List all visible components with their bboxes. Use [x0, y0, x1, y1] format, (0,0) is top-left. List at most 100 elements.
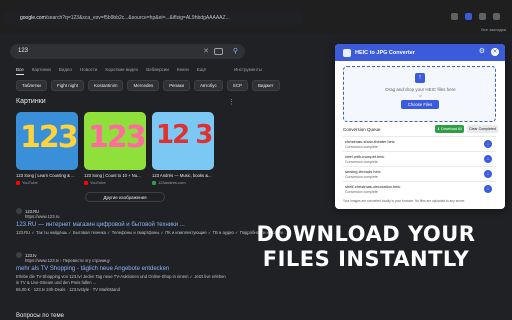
image-card[interactable]: 123 123 Song | Learn Counting & ... YouT… — [16, 112, 78, 185]
tab-more[interactable]: Ещё — [197, 67, 206, 75]
star-icon[interactable] — [451, 13, 458, 20]
queue-item: sewing-threads.heic Conversion complete … — [343, 166, 496, 181]
source-name: YouTube — [90, 180, 106, 185]
clear-completed-button[interactable]: Clear Completed — [467, 125, 498, 133]
chip[interactable]: Виджет — [251, 80, 280, 91]
chip[interactable]: Mercedes — [127, 80, 160, 91]
url-host: google.com — [20, 15, 46, 21]
search-input[interactable]: 123 ✕ ⚲ — [10, 44, 245, 59]
more-images-button[interactable]: Другие изображения — [85, 192, 165, 202]
promo-line-2: FILES INSTANTLY — [262, 247, 470, 271]
queue-item: chef-with-trumpet.heic Conversion comple… — [343, 151, 496, 166]
queue-file-name: shelf-christmas-decoration.heic — [345, 184, 401, 189]
extension-icons — [451, 13, 500, 20]
popup-title: HEIC to JPG Converter — [355, 49, 415, 56]
image-card[interactable]: 123 123 Song | Count to 10 + Nu... YouTu… — [84, 112, 146, 185]
dropzone-or: or — [418, 94, 423, 98]
puzzle-icon[interactable] — [479, 13, 486, 20]
screenshot-root: google.com/search?q=123&sca_esv=f5b9bb2c… — [0, 0, 512, 320]
image-thumbnails: 123 123 Song | Learn Counting & ... YouT… — [16, 112, 214, 185]
download-all-button[interactable]: ⬇ Download All — [435, 125, 464, 133]
address-bar[interactable]: google.com/search?q=123&sca_esv=f5b9bb2c… — [4, 11, 304, 25]
queue-status: Conversion complete — [345, 190, 378, 194]
file-dropzone[interactable]: ↑ Drag and drop your HEIC files here or … — [343, 66, 496, 122]
tab-all[interactable]: Все — [16, 67, 24, 75]
source-name: 123andres.com — [158, 180, 186, 185]
site-favicon — [152, 180, 156, 185]
download-all-label: Download All — [441, 127, 462, 131]
all-bookmarks-link[interactable]: Все закладки — [481, 27, 506, 32]
queue-item: christmas-show-theater.heic Conversion c… — [343, 136, 496, 151]
result-sitelinks[interactable]: 55,00 € · 123.tv 24h-Deals · 123.tvstyle… — [16, 287, 316, 293]
result-snippet: Erlebe die TV-Shopping von 123.tv! Jeden… — [16, 274, 226, 285]
chip[interactable]: Kostantinim — [87, 80, 124, 91]
image-source: YouTube — [16, 180, 78, 185]
thumbnail-number: 123 — [88, 120, 146, 155]
queue-status: Conversion complete — [345, 145, 378, 149]
queue-label: Conversion Queue — [343, 127, 381, 132]
search-query: 123 — [18, 48, 29, 54]
clear-icon[interactable]: ✕ — [203, 44, 209, 59]
queue-status: Conversion complete — [345, 160, 378, 164]
thumbnail-number: 123 — [20, 120, 78, 155]
download-icon[interactable]: ↓ — [484, 140, 492, 148]
close-icon[interactable]: ✕ — [491, 48, 499, 56]
tab-short-videos[interactable]: Короткие видео — [105, 67, 138, 75]
search-tabs: Все Картинки Видео Новости Короткие виде… — [16, 67, 262, 75]
related-questions-heading: Вопросы по теме — [16, 313, 64, 319]
download-icon[interactable]: ↓ — [484, 170, 492, 178]
tab-tools[interactable]: Инструменты — [234, 67, 262, 75]
download-icon[interactable]: ↓ — [484, 155, 492, 163]
more-options-icon[interactable]: ⋮ — [228, 98, 235, 106]
download-icon[interactable]: ↓ — [484, 185, 492, 193]
thumbnail-image: 12 3 — [152, 112, 214, 170]
upload-icon: ↑ — [415, 73, 425, 83]
browser-toolbar: google.com/search?q=123&sca_esv=f5b9bb2c… — [0, 0, 512, 34]
heic-extension-icon[interactable] — [465, 13, 472, 20]
chip[interactable]: Таблетки — [16, 80, 47, 91]
profile-icon[interactable] — [493, 13, 500, 20]
tab-news[interactable]: Новости — [80, 67, 97, 75]
promo-line-1: DOWNLOAD YOUR — [256, 222, 476, 246]
thumbnail-image: 123 — [16, 112, 78, 170]
tab-books[interactable]: Книги — [177, 67, 189, 75]
privacy-note: Your images are converted locally in you… — [343, 199, 466, 203]
popup-header: HEIC to JPG Converter ⚙ ✕ — [335, 44, 505, 61]
choose-files-button[interactable]: Choose Files — [401, 100, 439, 109]
queue-file-name: christmas-show-theater.heic — [345, 139, 395, 144]
result-url: https://www.123.ru — [25, 214, 60, 219]
site-favicon — [16, 208, 22, 214]
promo-caption: DOWNLOAD YOUR FILES INSTANTLY — [232, 222, 500, 272]
site-favicon — [16, 252, 22, 258]
queue-item: shelf-christmas-decoration.heic Conversi… — [343, 181, 496, 196]
chip[interactable]: Репаки — [163, 80, 190, 91]
app-logo-icon — [343, 48, 351, 57]
tab-images[interactable]: Картинки — [32, 67, 51, 75]
tab-web[interactable]: Вебверсии — [146, 67, 169, 75]
youtube-icon — [84, 180, 88, 185]
extension-popup: HEIC to JPG Converter ⚙ ✕ ↑ Drag and dro… — [335, 44, 505, 209]
chip[interactable]: Fight night — [50, 80, 84, 91]
tab-videos[interactable]: Видео — [59, 67, 72, 75]
dropzone-text: Drag and drop your HEIC files here — [385, 87, 456, 92]
images-section-title: Картинки — [16, 98, 46, 105]
queue-status: Conversion complete — [345, 175, 378, 179]
url-path: /search?q=123&sca_esv=f5b9bb2c...&source… — [45, 15, 230, 21]
image-caption: 123 Song | Count to 10 + Nu... — [84, 173, 141, 178]
result-site-name: 123.RU — [25, 208, 40, 214]
chip[interactable]: Автобус — [193, 80, 223, 91]
gear-icon[interactable]: ⚙ — [479, 48, 485, 56]
result-site-name: 123.tv — [25, 252, 37, 258]
queue-file-name: sewing-threads.heic — [345, 169, 381, 174]
youtube-icon — [16, 180, 20, 185]
camera-icon[interactable] — [214, 48, 223, 55]
queue-file-name: chef-with-trumpet.heic — [345, 154, 385, 159]
image-caption: 123 Andrés — Music, books &... — [152, 173, 212, 178]
image-card[interactable]: 12 3 123 Andrés — Music, books &... 123a… — [152, 112, 214, 185]
image-source: 123andres.com — [152, 180, 214, 185]
search-icon[interactable]: ⚲ — [233, 44, 238, 59]
thumbnail-number: 12 3 — [156, 120, 213, 150]
chip[interactable]: SCP — [226, 80, 248, 91]
image-source: YouTube — [84, 180, 146, 185]
source-name: YouTube — [22, 180, 38, 185]
